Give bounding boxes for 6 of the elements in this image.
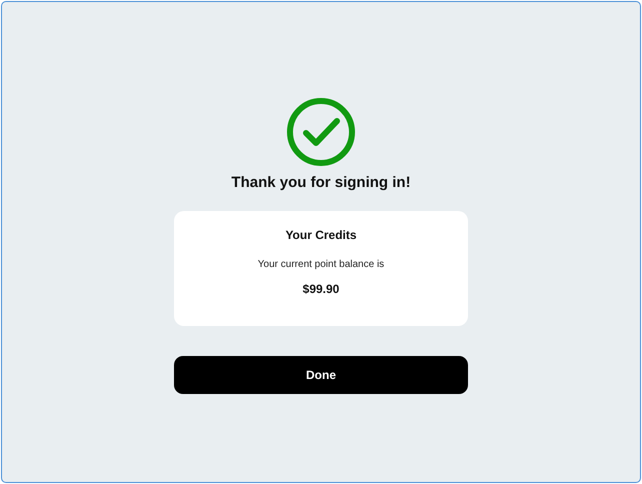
success-title: Thank you for signing in! — [231, 174, 411, 191]
done-button[interactable]: Done — [174, 356, 468, 394]
balance-amount: $99.90 — [302, 282, 340, 296]
balance-label: Your current point balance is — [258, 259, 384, 270]
checkmark-icon — [286, 97, 356, 167]
card-heading: Your Credits — [285, 228, 357, 242]
